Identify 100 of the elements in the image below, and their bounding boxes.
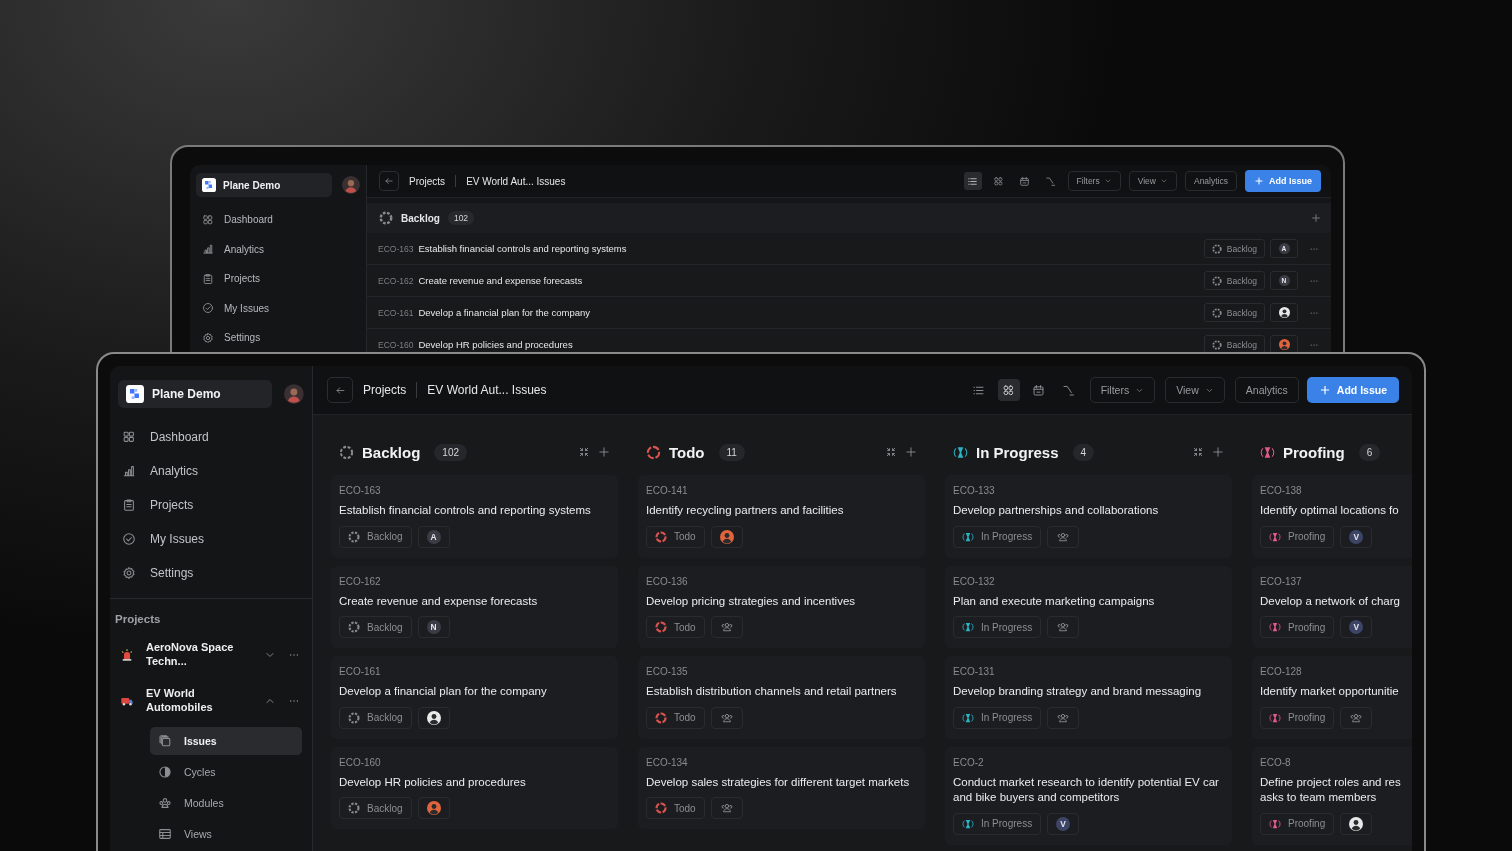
assignee-pill[interactable] <box>1270 303 1298 322</box>
nav-item[interactable]: Settings <box>118 556 304 590</box>
issue-card[interactable]: ECO-131 Develop branding strategy and brand messaging In Progress <box>945 656 1232 739</box>
issue-card[interactable]: ECO-132 Plan and execute marketing campaigns In Progress <box>945 565 1232 649</box>
issue-card[interactable]: ECO-141 Identify recycling partners and facilities Todo <box>638 475 925 558</box>
state-pill[interactable]: Backlog <box>1203 271 1265 290</box>
issue-card[interactable]: ECO-133 Develop partnerships and collaborations In Progress <box>945 475 1232 558</box>
add-issue-button[interactable]: Add Issue <box>1245 170 1321 192</box>
nav-item[interactable]: Settings <box>196 323 360 353</box>
analytics-button[interactable]: Analytics <box>1184 171 1237 191</box>
issue-title: Develop pricing strategies and incentives <box>646 593 857 609</box>
issue-id: ECO-161 <box>339 666 382 678</box>
issue-card[interactable]: ECO-128 Identify market opportunitie Proofing <box>1252 656 1412 739</box>
state-pill[interactable]: Proofing <box>1260 706 1335 729</box>
issue-card[interactable]: ECO-135 Establish distribution channels and retail partners Todo <box>638 656 925 739</box>
issue-title: Identify market opportunitie <box>1260 684 1400 700</box>
issue-card[interactable]: ECO-163 Establish financial controls and reporting systems Backlog A <box>331 475 618 558</box>
project-nav-item[interactable]: Views <box>150 820 302 848</box>
issue-card[interactable]: ECO-138 Identify optimal locations fo Proofing V <box>1252 475 1412 558</box>
issue-title: Define project roles and res asks to team members <box>1260 774 1402 806</box>
grid-icon <box>202 213 214 226</box>
view-button[interactable]: View <box>1165 377 1225 403</box>
hourglass-icon <box>1269 711 1281 724</box>
issue-title: Establish financial controls and reporting systems <box>339 503 592 518</box>
issue-card[interactable]: ECO-8 Define project roles and res asks to team members Proofing <box>1252 746 1412 845</box>
state-pill[interactable]: Proofing <box>1260 812 1335 835</box>
users-icon <box>1057 530 1070 543</box>
filters-button[interactable]: Filters <box>1067 171 1121 191</box>
state-pill[interactable]: In Progress <box>953 525 1042 548</box>
nav-item[interactable]: Projects <box>118 488 304 522</box>
dashed-circle-icon <box>348 530 360 543</box>
state-pill[interactable]: In Progress <box>953 616 1042 639</box>
assignee-pill[interactable]: V <box>1340 616 1373 639</box>
assignee-pill[interactable] <box>417 706 450 729</box>
breadcrumb-link[interactable]: Projects <box>405 175 450 187</box>
column-title: In Progress <box>976 443 1059 461</box>
workspace-switcher[interactable]: Plane Demo <box>118 380 273 408</box>
project-nav-item[interactable]: Cycles <box>150 758 302 786</box>
issue-card[interactable]: ECO-136 Develop pricing strategies and incentives Todo <box>638 565 925 649</box>
column-title: Backlog <box>362 443 421 461</box>
grid-icon <box>122 430 136 444</box>
view-button[interactable]: View <box>1128 171 1177 191</box>
state-pill[interactable]: Backlog <box>339 706 412 729</box>
issue-id: ECO-134 <box>646 756 689 768</box>
issue-card[interactable]: ECO-137 Develop a network of charg Proofing V <box>1252 565 1412 649</box>
issue-id: ECO-162 <box>339 575 382 587</box>
breadcrumb-link[interactable]: Projects <box>361 383 409 397</box>
issue-card[interactable]: ECO-134 Develop sales strategies for different target markets Todo <box>638 746 925 830</box>
state-pill[interactable]: Backlog <box>1203 303 1265 322</box>
nav-item[interactable]: Analytics <box>196 234 360 264</box>
layout-button[interactable] <box>997 379 1020 401</box>
assignee-pill[interactable]: A <box>417 525 450 548</box>
issue-id: ECO-160 <box>339 756 382 768</box>
state-pill[interactable]: Backlog <box>339 616 412 639</box>
nav-item[interactable]: Dashboard <box>196 205 360 235</box>
state-pill[interactable]: Backlog <box>1203 239 1265 258</box>
issue-card[interactable]: ECO-2 Conduct market research to identify potential EV car and bike buyers and competitors In Progress V <box>945 746 1232 845</box>
nav-item[interactable]: My Issues <box>196 293 360 323</box>
project-nav-item[interactable]: Issues <box>150 727 302 755</box>
avatar: V <box>1349 620 1364 635</box>
issue-title: Establish financial controls and reporting systems <box>418 243 627 254</box>
dashed-circle-icon <box>1211 339 1222 350</box>
dashed-circle-icon <box>348 711 360 724</box>
state-pill[interactable]: In Progress <box>953 812 1042 835</box>
issue-card[interactable]: ECO-160 Develop HR policies and procedures Backlog <box>331 746 618 830</box>
state-pill[interactable]: Backlog <box>339 525 412 548</box>
board-icon <box>993 175 1005 187</box>
state-pill[interactable]: Todo <box>646 797 705 820</box>
issue-id: ECO-162 <box>378 275 414 286</box>
half-circle-icon <box>158 765 172 779</box>
state-pill[interactable]: In Progress <box>953 706 1042 729</box>
issue-card[interactable]: ECO-162 Create revenue and expense forecasts Backlog N <box>331 565 618 649</box>
assignee-pill[interactable] <box>1340 812 1373 835</box>
issue-card[interactable]: ECO-161 Develop a financial plan for the company Backlog <box>331 656 618 739</box>
assignee-pill[interactable]: N <box>417 616 450 639</box>
table-icon <box>158 827 172 841</box>
collapse-icon <box>885 446 897 458</box>
filters-button[interactable]: Filters <box>1089 377 1156 403</box>
add-issue-button[interactable]: Add Issue <box>1306 377 1399 403</box>
project-name[interactable]: AeroNova Space Techn... <box>146 641 252 669</box>
nav-item[interactable]: Analytics <box>118 454 304 488</box>
project-nav-item[interactable]: Modules <box>150 789 302 817</box>
state-pill[interactable]: Todo <box>646 616 705 639</box>
state-pill[interactable]: Todo <box>646 706 705 729</box>
assignee-pill[interactable]: V <box>1047 812 1080 835</box>
hourglass-icon <box>1269 530 1281 543</box>
workspace-switcher[interactable]: Plane Demo <box>196 173 333 197</box>
state-pill[interactable]: Proofing <box>1260 525 1335 548</box>
nav-item[interactable]: Dashboard <box>118 420 304 454</box>
avatar: V <box>1349 529 1364 544</box>
project-name[interactable]: EV World Automobiles <box>146 687 252 715</box>
issue-title: Develop sales strategies for different target markets <box>646 774 911 790</box>
nav-item[interactable]: Projects <box>196 264 360 294</box>
layout-button[interactable] <box>963 172 982 190</box>
state-pill[interactable]: Todo <box>646 525 705 548</box>
state-pill[interactable]: Backlog <box>339 797 412 820</box>
assignee-pill[interactable]: V <box>1340 525 1373 548</box>
analytics-button[interactable]: Analytics <box>1234 377 1299 403</box>
state-pill[interactable]: Proofing <box>1260 616 1335 639</box>
nav-item[interactable]: My Issues <box>118 522 304 556</box>
